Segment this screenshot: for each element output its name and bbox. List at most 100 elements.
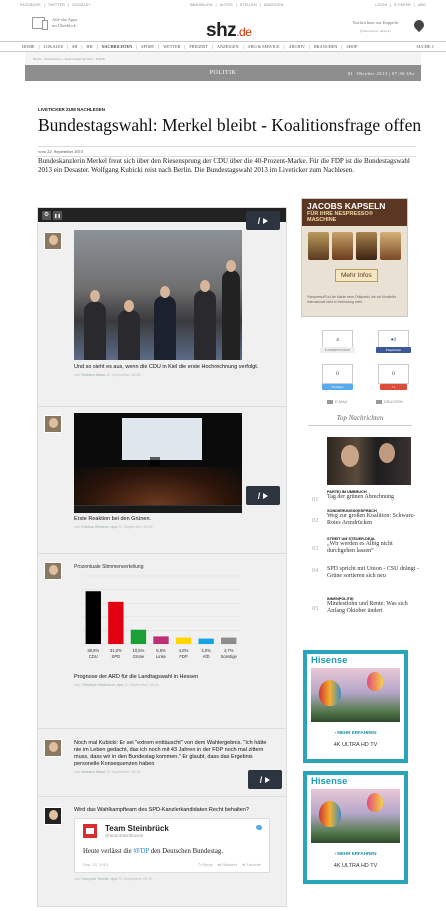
chart-value-label: 4,0% xyxy=(201,648,211,653)
article-headline: Bundestagswahl: Merkel bleibt - Koalitio… xyxy=(38,115,422,135)
video-play-icon[interactable] xyxy=(150,457,160,466)
gruene-video[interactable] xyxy=(74,413,242,513)
stellen-link[interactable]: STELLEN xyxy=(240,3,257,7)
googleplus-link[interactable]: GOOGLE+ xyxy=(72,3,91,7)
chart-bar-linke xyxy=(153,636,169,644)
chart-value-label: 4,7% xyxy=(224,648,234,653)
capsule-row xyxy=(302,226,407,260)
pause-icon[interactable]: ❚❚ xyxy=(53,211,62,220)
email-tool[interactable]: E-MAIL xyxy=(327,400,348,404)
election-bar-chart: 38,8%CDU 31,0%SPD 10,5%Grüne 5,6%Linke 4,8%F… xyxy=(82,575,240,659)
nav-item-anzeigen[interactable]: ANZEIGEN xyxy=(217,44,239,49)
googleplus-count[interactable]: 0 xyxy=(378,364,409,384)
post-author[interactable]: Barbara Maas xyxy=(81,373,105,377)
nav-item-hh[interactable]: HH xyxy=(86,44,92,49)
abo-link[interactable]: ABO xyxy=(418,3,426,7)
tweet-reply-button[interactable]: ↰ Reply xyxy=(198,862,213,867)
post-author[interactable]: Kristina Wiesner, dpa xyxy=(81,525,117,529)
comments-label[interactable]: KOMMENTARE xyxy=(320,347,355,353)
ad-more-info-button[interactable]: Mehr Infos xyxy=(335,269,378,282)
chart-category-label: Sonstige xyxy=(221,654,238,659)
nav-item-lokales[interactable]: LOKALES xyxy=(44,44,64,49)
site-logo[interactable]: shz.de xyxy=(206,20,252,42)
liveticker[interactable]: ⚙ ❚❚ / Und so sieht es aus, wenn die CDU… xyxy=(37,207,287,907)
main-navigation: HOME | LOKALES | SH | HH | NACHRICHTEN | SPOR… xyxy=(0,41,446,52)
search-label: SUCHE xyxy=(416,44,431,49)
tweet-retweet-button[interactable]: ⇄ Retweet xyxy=(218,862,237,867)
search-button[interactable]: SUCHE ⌕ xyxy=(416,44,434,49)
anzeigen-link[interactable]: ANZEIGEN xyxy=(264,3,284,7)
chart-category-label: CDU xyxy=(89,654,98,659)
immobilien-link[interactable]: IMMOBILIEN xyxy=(190,3,213,7)
breadcrumb[interactable]: Home › Nachrichten › Deutschland & Welt … xyxy=(25,52,421,65)
author-avatar xyxy=(44,807,62,825)
nav-item-sh[interactable]: SH xyxy=(72,44,78,49)
chart-value-label: 38,8% xyxy=(87,648,99,653)
chart-bar-grüne xyxy=(130,629,147,644)
nav-item-wetter[interactable]: WETTER xyxy=(163,44,180,49)
hisense-ad[interactable]: Hisense › MEHR ERFAHREN 4K ULTRA HD TV xyxy=(303,650,408,763)
hisense-more-link[interactable]: › MEHR ERFAHREN xyxy=(307,851,404,856)
video-player-button[interactable]: / xyxy=(246,211,280,230)
login-link[interactable]: LOGIN xyxy=(375,3,387,7)
tweet-date[interactable]: Sep. 22, 2013 xyxy=(83,862,108,867)
chart-category-label: Linke xyxy=(156,654,167,659)
region-selector[interactable]: Nachrichten aus Kappeln (Schleiboten | ä… xyxy=(353,19,398,35)
author-avatar xyxy=(44,232,62,250)
video-slash-icon: / xyxy=(257,490,261,501)
twitter-link[interactable]: TWITTER xyxy=(48,3,65,7)
nav-item-freizeit[interactable]: FREIZEIT xyxy=(189,44,208,49)
top-news-number: 02 xyxy=(312,517,319,524)
hisense-more-link[interactable]: › MEHR ERFAHREN xyxy=(307,730,404,735)
logo-main: shz xyxy=(206,20,237,41)
video-controls[interactable] xyxy=(74,505,242,513)
video-screen xyxy=(122,418,202,460)
nav-item-nachrichten[interactable]: NACHRICHTEN xyxy=(101,44,132,49)
nav-item-archiv[interactable]: ARCHIV xyxy=(289,44,305,49)
nav-item-home[interactable]: HOME xyxy=(22,44,35,49)
region-sub: (Schleiboten | ändern) xyxy=(359,29,391,33)
nav-item-branchen[interactable]: BRANCHEN xyxy=(314,44,338,49)
tweet-author-handle[interactable]: @teamSteinbrueck xyxy=(105,833,169,838)
apps-overview-link[interactable]: Alle shz Apps im Überblick xyxy=(32,17,77,30)
epaper-link[interactable]: E-PAPER xyxy=(394,3,411,7)
facebook-link[interactable]: FACEBOOK xyxy=(20,3,41,7)
hisense-balloon-image xyxy=(311,668,400,722)
hisense-logo: Hisense xyxy=(311,776,348,787)
autos-link[interactable]: AUTOS xyxy=(220,3,233,7)
apps-text-line2: im Überblick xyxy=(52,23,76,28)
hisense-ad[interactable]: Hisense › MEHR ERFAHREN 4K ULTRA HD TV xyxy=(303,771,408,884)
tweet-favorite-button[interactable]: ★ Favorite xyxy=(242,862,261,867)
video-stage xyxy=(74,467,242,505)
post-author[interactable]: Christoph Dietmann, dpa xyxy=(81,683,123,687)
chart-value-label: 10,5% xyxy=(132,648,144,653)
facebook-share-button[interactable]: Empfehlen xyxy=(376,347,411,353)
tweet-hashtag[interactable]: #FDP xyxy=(133,848,149,855)
nav-item-abo-service[interactable]: ABO & SERVICE xyxy=(248,44,280,49)
embedded-tweet[interactable]: Team Steinbrück @teamSteinbrueck Heute ve… xyxy=(74,818,270,873)
print-tool[interactable]: DRUCKEN xyxy=(376,400,403,404)
video-player-button[interactable]: / xyxy=(248,770,282,789)
nav-item-sport[interactable]: SPORT xyxy=(141,44,154,49)
tweet-author-name[interactable]: Team Steinbrück xyxy=(105,824,169,833)
settings-gear-icon[interactable]: ⚙ xyxy=(42,211,51,220)
section-title: POLITIK xyxy=(209,70,237,76)
googleplus-share-button[interactable]: +1 xyxy=(380,384,407,390)
twitter-share-button[interactable]: Twittern xyxy=(322,384,353,390)
chart-bar-sonstige xyxy=(221,637,237,644)
location-pin-icon[interactable] xyxy=(411,17,427,33)
ad-subtitle: FÜR IHRE NESPRESSO® MASCHINE xyxy=(302,211,407,226)
post-author[interactable]: Barbara Maas xyxy=(81,770,105,774)
top-news-number: 01 xyxy=(312,496,319,503)
twitter-count[interactable]: 0 xyxy=(322,364,353,384)
retweet-icon: ⇄ xyxy=(217,862,222,867)
nav-item-shop[interactable]: SHOP xyxy=(346,44,357,49)
post-author[interactable]: Henryser Schott, dpa xyxy=(81,877,117,881)
hisense-uhd-badge: 4K ULTRA HD TV xyxy=(333,863,378,869)
jacobs-ad[interactable]: JACOBS KAPSELN FÜR IHRE NESPRESSO® MASCH… xyxy=(301,198,408,317)
cdu-kiel-photo[interactable] xyxy=(74,230,242,360)
top-news-photo[interactable] xyxy=(327,437,411,485)
chart-value-label: 4,8% xyxy=(179,648,189,653)
post-text: Und so sieht es aus, wenn die CDU in Kie… xyxy=(74,364,259,370)
video-player-button[interactable]: / xyxy=(246,486,280,505)
